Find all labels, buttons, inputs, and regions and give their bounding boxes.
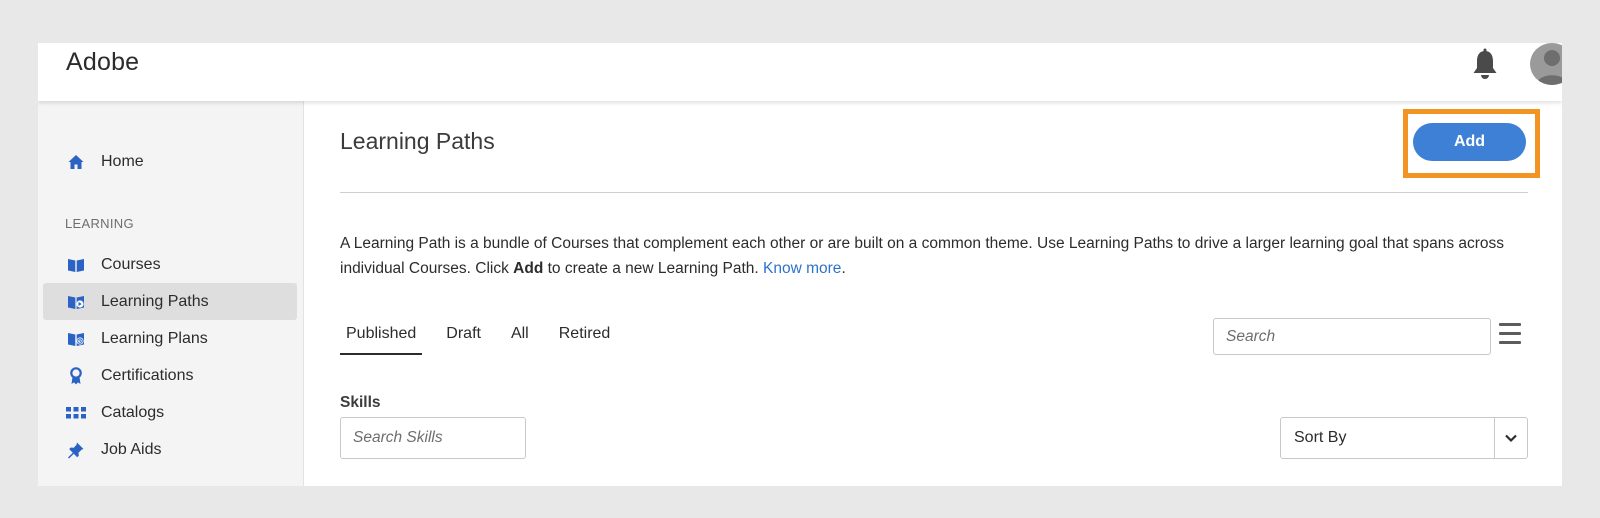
search-input[interactable]	[1213, 318, 1491, 355]
grid-icon	[66, 403, 86, 423]
sidebar-item-job-aids[interactable]: Job Aids	[43, 431, 297, 468]
sidebar: Home LEARNING Courses Learning Paths Lea…	[38, 101, 304, 486]
sidebar-item-learning-paths[interactable]: Learning Paths	[43, 283, 297, 320]
page-description: A Learning Path is a bundle of Courses t…	[340, 231, 1540, 281]
top-bar: Adobe	[38, 43, 1562, 101]
sort-by-dropdown[interactable]: Sort By	[1280, 417, 1528, 459]
app-window: Adobe Home LEARNING Courses Learning Pat…	[38, 43, 1562, 486]
learning-plan-icon	[66, 329, 86, 349]
chevron-down-icon[interactable]	[1494, 418, 1527, 458]
pin-icon	[66, 440, 86, 460]
skills-search-input[interactable]	[340, 417, 526, 459]
sidebar-item-label: Catalogs	[101, 403, 165, 421]
sidebar-item-catalogs[interactable]: Catalogs	[43, 394, 297, 431]
main-content: Learning Paths Add A Learning Path is a …	[305, 101, 1562, 486]
add-button[interactable]: Add	[1413, 123, 1526, 161]
section-label-learning: LEARNING	[65, 216, 134, 231]
tab-published[interactable]: Published	[340, 325, 423, 355]
description-text-2: to create a new Learning Path.	[543, 260, 764, 277]
sidebar-item-learning-plans[interactable]: Learning Plans	[43, 320, 297, 357]
sidebar-item-label: Learning Plans	[101, 329, 208, 347]
home-icon	[66, 152, 86, 172]
sort-by-value: Sort By	[1294, 429, 1347, 446]
sidebar-item-label: Job Aids	[101, 440, 162, 458]
skills-label: Skills	[340, 394, 381, 411]
user-avatar-icon[interactable]	[1530, 43, 1562, 85]
sidebar-item-label: Learning Paths	[101, 292, 209, 310]
sidebar-item-label: Courses	[101, 255, 161, 273]
description-bold: Add	[513, 260, 544, 277]
learning-path-icon	[66, 292, 86, 312]
certificate-icon	[66, 366, 86, 386]
tab-retired[interactable]: Retired	[553, 325, 617, 355]
tab-all[interactable]: All	[505, 325, 535, 355]
sidebar-item-certifications[interactable]: Certifications	[43, 357, 297, 394]
list-view-menu-icon[interactable]	[1499, 323, 1525, 347]
know-more-link[interactable]: Know more	[763, 260, 841, 277]
header-divider	[340, 192, 1528, 193]
book-icon	[66, 255, 86, 275]
description-end: .	[841, 260, 846, 277]
bell-icon[interactable]	[1470, 48, 1500, 82]
sidebar-item-home[interactable]: Home	[43, 143, 297, 180]
sidebar-item-label: Certifications	[101, 366, 194, 384]
sidebar-item-courses[interactable]: Courses	[43, 246, 297, 283]
brand-logo[interactable]: Adobe	[66, 48, 139, 77]
sidebar-item-label: Home	[101, 152, 144, 170]
page-title: Learning Paths	[340, 128, 495, 154]
status-tabs: Published Draft All Retired	[340, 325, 634, 355]
tab-draft[interactable]: Draft	[440, 325, 487, 355]
